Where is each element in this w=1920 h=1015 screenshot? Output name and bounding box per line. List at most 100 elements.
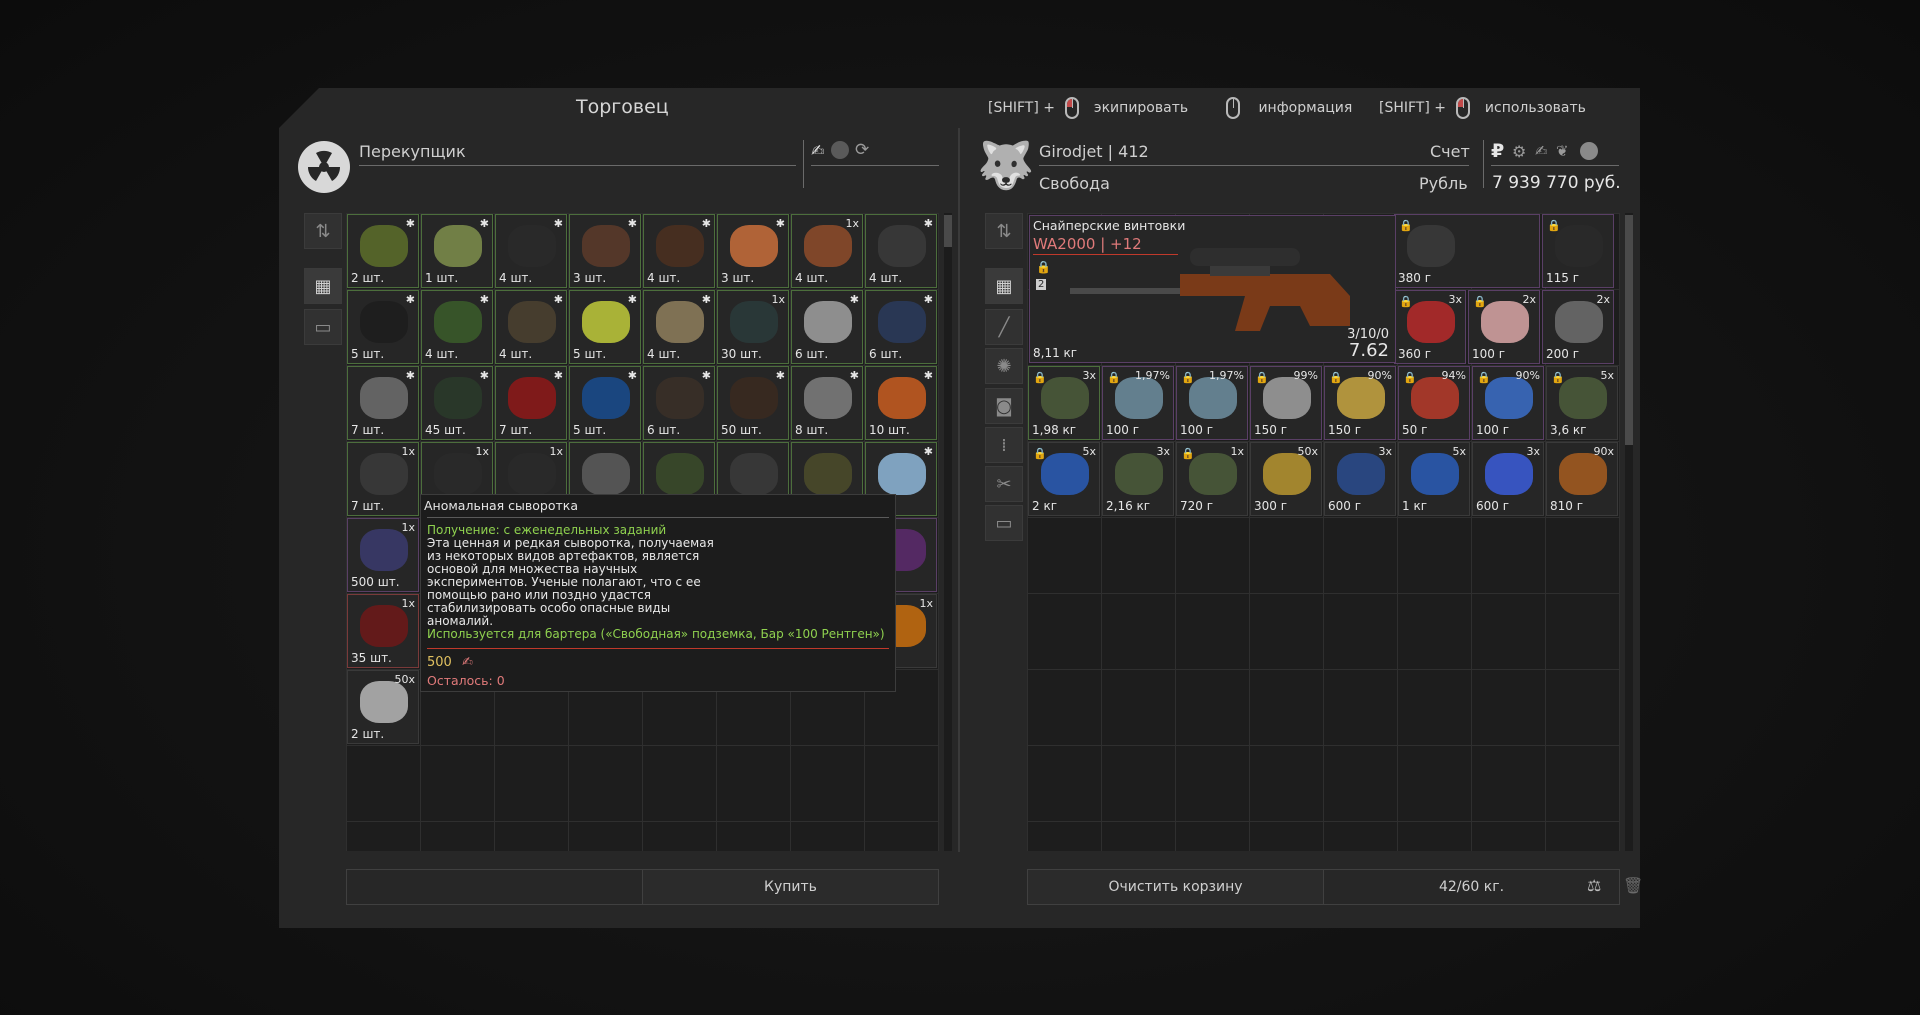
inventory-item[interactable]: 1x 4 шт. bbox=[791, 214, 863, 288]
inventory-item[interactable]: ✱ 4 шт. bbox=[495, 214, 567, 288]
featured-weapon-item[interactable]: Снайперские винтовки WA2000 | +12 🔒 2 8,… bbox=[1029, 215, 1396, 363]
inventory-item[interactable]: 3x 600 г bbox=[1472, 442, 1544, 516]
hint-use: [SHIFT] + использовать bbox=[1379, 97, 1586, 119]
tooltip-price: 500 ✍ bbox=[427, 655, 473, 670]
inventory-item[interactable]: ✱ 6 шт. bbox=[791, 290, 863, 364]
inventory-item[interactable]: 🔒 1x 720 г bbox=[1176, 442, 1248, 516]
inventory-item[interactable]: ✱ 7 шт. bbox=[347, 366, 419, 440]
barter-icon[interactable]: ✍ bbox=[811, 141, 824, 160]
item-corner-label: ✱ bbox=[775, 217, 785, 230]
inventory-item[interactable]: 50x 2 шт. bbox=[347, 670, 419, 744]
trader-scrollbar[interactable] bbox=[944, 213, 952, 851]
inventory-item[interactable]: ✱ 4 шт. bbox=[495, 290, 567, 364]
item-corner-label: ✱ bbox=[923, 369, 933, 382]
inventory-item[interactable]: ✱ 6 шт. bbox=[865, 290, 937, 364]
inventory-item[interactable]: 🔒 1,97% 100 г bbox=[1176, 366, 1248, 440]
inventory-item[interactable]: ✱ 5 шт. bbox=[569, 290, 641, 364]
sort-button[interactable]: ⇅ bbox=[304, 213, 342, 249]
inventory-item[interactable]: 3x 2,16 кг bbox=[1102, 442, 1174, 516]
inventory-item[interactable]: 2x 200 г bbox=[1542, 290, 1614, 364]
mouse-icon bbox=[1226, 97, 1240, 119]
inventory-item[interactable]: 1x 35 шт. bbox=[347, 594, 419, 668]
leaf-icon[interactable]: ❦ bbox=[1556, 142, 1569, 160]
ruble-icon[interactable]: ₽ bbox=[1491, 140, 1504, 162]
armor-filter-button[interactable]: ◙ bbox=[985, 388, 1023, 424]
inventory-item[interactable]: ✱ 7 шт. bbox=[495, 366, 567, 440]
archive-button[interactable]: ▭ bbox=[304, 309, 342, 345]
item-quantity: 4 шт. bbox=[795, 271, 829, 285]
inventory-item[interactable]: ✱ 8 шт. bbox=[791, 366, 863, 440]
item-icon bbox=[1115, 377, 1163, 419]
inventory-item[interactable]: 🔒 380 г bbox=[1394, 214, 1540, 288]
item-icon bbox=[434, 377, 482, 419]
item-quantity: 720 г bbox=[1180, 499, 1214, 513]
inventory-item[interactable]: ✱ 4 шт. bbox=[421, 290, 493, 364]
separator bbox=[803, 140, 804, 188]
grid-view-button[interactable]: ▦ bbox=[985, 268, 1023, 304]
trash-icon[interactable]: 🗑 bbox=[1623, 876, 1643, 895]
inventory-item[interactable]: ✱ 4 шт. bbox=[643, 290, 715, 364]
inventory-item[interactable]: 1x 30 шт. bbox=[717, 290, 789, 364]
coin-icon[interactable] bbox=[831, 141, 849, 159]
tools-filter-button[interactable]: ✂ bbox=[985, 466, 1023, 502]
inventory-item[interactable]: 🔒 94% 50 г bbox=[1398, 366, 1470, 440]
inventory-item[interactable]: 50x 300 г bbox=[1250, 442, 1322, 516]
mouse-left-icon bbox=[1456, 97, 1471, 119]
inventory-item[interactable]: ✱ 50 шт. bbox=[717, 366, 789, 440]
item-quantity: 600 г bbox=[1476, 499, 1510, 513]
inventory-item[interactable]: ✱ 4 шт. bbox=[865, 214, 937, 288]
inventory-item[interactable]: 1x 500 шт. bbox=[347, 518, 419, 592]
player-bottom-bar: Очистить корзину 42/60 кг. bbox=[1027, 869, 1620, 905]
inventory-item[interactable]: ✱ 3 шт. bbox=[569, 214, 641, 288]
panel-divider bbox=[958, 128, 960, 852]
inventory-item[interactable]: 🔒 5x 2 кг bbox=[1028, 442, 1100, 516]
inventory-item[interactable]: 🔒 3x 1,98 кг bbox=[1028, 366, 1100, 440]
item-icon bbox=[1559, 377, 1607, 419]
inventory-item[interactable]: 5x 1 кг bbox=[1398, 442, 1470, 516]
inventory-item[interactable]: 🔒 90% 100 г bbox=[1472, 366, 1544, 440]
item-corner-label: ✱ bbox=[405, 293, 415, 306]
buy-button[interactable]: Купить bbox=[642, 870, 938, 904]
barter-icon[interactable]: ✍ bbox=[1535, 142, 1548, 160]
tooltip-description: Эта ценная и редкая сыворотка, получаема… bbox=[427, 537, 714, 628]
inventory-item[interactable]: ✱ 45 шт. bbox=[421, 366, 493, 440]
archive-button[interactable]: ▭ bbox=[985, 505, 1023, 541]
clear-cart-button[interactable]: Очистить корзину bbox=[1028, 870, 1324, 904]
item-corner-label: 94% bbox=[1441, 369, 1466, 382]
sort-button[interactable]: ⇅ bbox=[985, 213, 1023, 249]
inventory-item[interactable]: ✱ 6 шт. bbox=[643, 366, 715, 440]
inventory-item[interactable]: 🔒 99% 150 г bbox=[1250, 366, 1322, 440]
inventory-item[interactable]: ✱ 4 шт. bbox=[643, 214, 715, 288]
inventory-item[interactable]: ✱ 5 шт. bbox=[347, 290, 419, 364]
grid-view-button[interactable]: ▦ bbox=[304, 268, 342, 304]
gear-icon[interactable]: ⚙ bbox=[1512, 142, 1526, 161]
inventory-item[interactable]: 🔒 1,97% 100 г bbox=[1102, 366, 1174, 440]
window-title: Торговец bbox=[576, 96, 669, 118]
inventory-item[interactable]: 1x 7 шт. bbox=[347, 442, 419, 516]
inventory-item[interactable]: ✱ 2 шт. bbox=[347, 214, 419, 288]
inventory-item[interactable]: 🔒 3x 360 г bbox=[1394, 290, 1466, 364]
ammo-filter-button[interactable]: ⁞ bbox=[985, 427, 1023, 463]
item-quantity: 600 г bbox=[1328, 499, 1362, 513]
item-corner-label: 1x bbox=[475, 445, 489, 458]
inventory-item[interactable]: ✱ 5 шт. bbox=[569, 366, 641, 440]
coin-icon[interactable] bbox=[1580, 142, 1598, 160]
artifact-filter-button[interactable]: ✺ bbox=[985, 348, 1023, 384]
inventory-item[interactable]: 90x 810 г bbox=[1546, 442, 1618, 516]
player-scrollbar[interactable] bbox=[1625, 213, 1633, 851]
inventory-item[interactable]: ✱ 3 шт. bbox=[717, 214, 789, 288]
item-icon bbox=[1041, 453, 1089, 495]
inventory-item[interactable]: ✱ 10 шт. bbox=[865, 366, 937, 440]
item-quantity: 3,6 кг bbox=[1550, 423, 1587, 437]
item-quantity: 2 кг bbox=[1032, 499, 1058, 513]
item-corner-label: 2x bbox=[1596, 293, 1610, 306]
inventory-item[interactable]: ✱ 1 шт. bbox=[421, 214, 493, 288]
refresh-icon[interactable]: ⟳ bbox=[855, 140, 869, 160]
inventory-item[interactable]: 3x 600 г bbox=[1324, 442, 1396, 516]
inventory-item[interactable]: 🔒 5x 3,6 кг bbox=[1546, 366, 1618, 440]
inventory-item[interactable]: 🔒 2x 100 г bbox=[1468, 290, 1540, 364]
inventory-item[interactable]: 🔒 90% 150 г bbox=[1324, 366, 1396, 440]
lock-icon: 🔒 bbox=[1399, 219, 1413, 232]
inventory-item[interactable]: 🔒 115 г bbox=[1542, 214, 1614, 288]
weapon-filter-button[interactable]: ╱ bbox=[985, 309, 1023, 345]
